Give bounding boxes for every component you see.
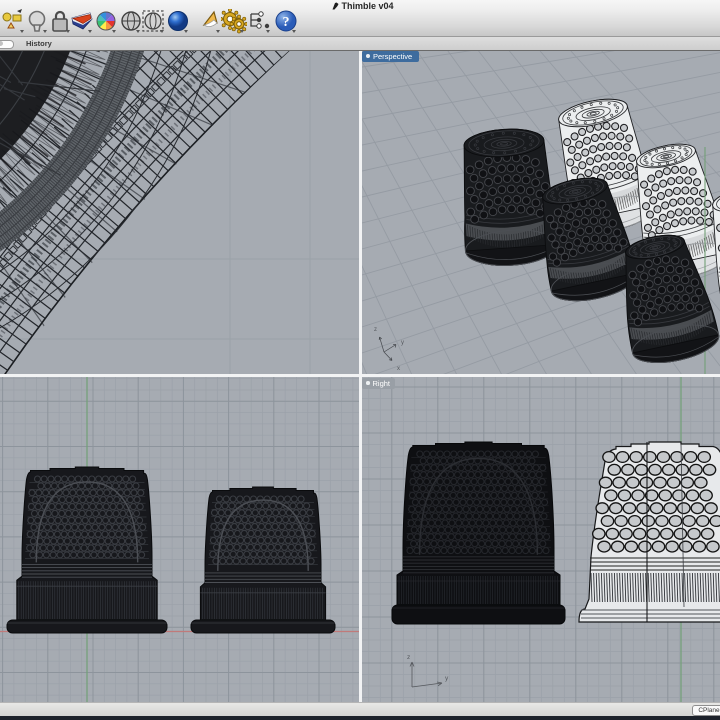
svg-text:z: z	[374, 327, 377, 333]
svg-text:x: x	[397, 366, 400, 372]
svg-text:z: z	[407, 654, 410, 661]
svg-text:?: ?	[283, 15, 290, 30]
svg-text:y: y	[401, 340, 404, 346]
